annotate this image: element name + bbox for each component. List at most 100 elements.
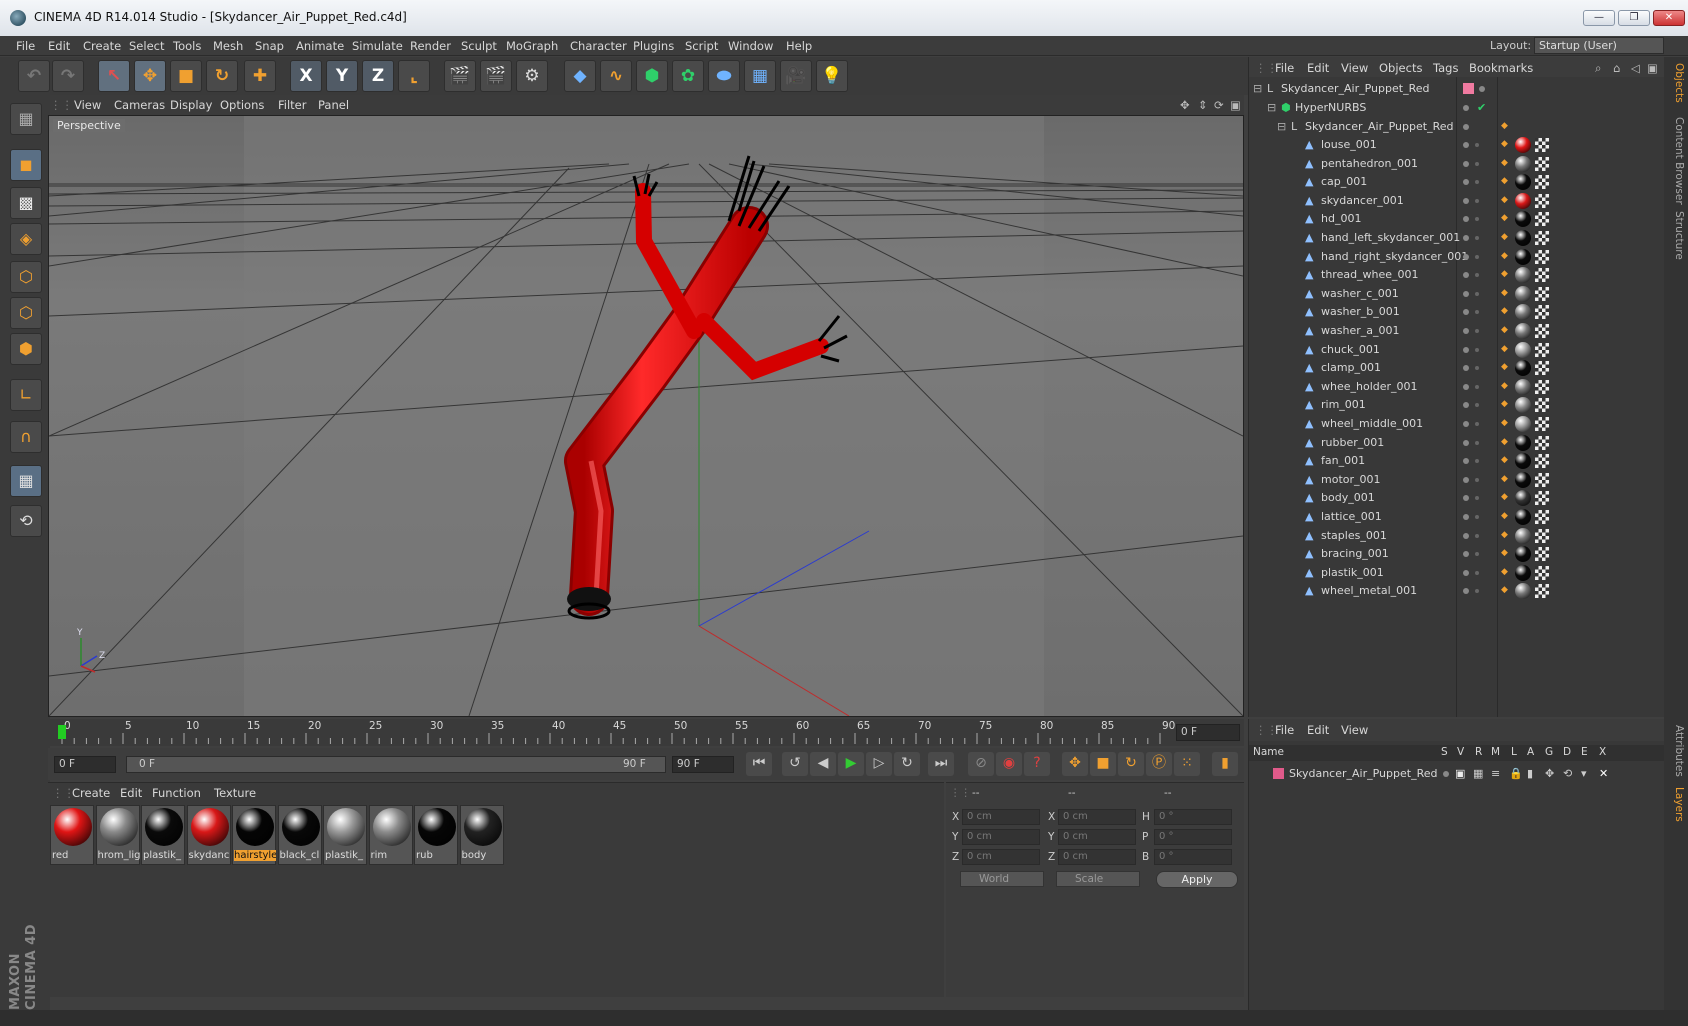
texture-tag-icon[interactable]	[1535, 454, 1549, 469]
record-active-objects-icon[interactable]: ⊘	[968, 752, 994, 776]
visibility-dot[interactable]	[1463, 253, 1469, 260]
next-frame-icon[interactable]: ▷	[866, 752, 892, 776]
texture-tag-icon[interactable]	[1535, 156, 1549, 171]
texture-tag-icon[interactable]	[1535, 342, 1549, 357]
edges-mode-icon[interactable]: ⬡	[10, 297, 42, 329]
material-swatch[interactable]: red	[50, 805, 94, 865]
material-swatch[interactable]: rim	[368, 805, 413, 865]
texture-tag-icon[interactable]	[1535, 379, 1549, 394]
render-visibility-dot[interactable]	[1475, 384, 1479, 389]
object-home-icon[interactable]: ⌂	[1613, 61, 1620, 75]
object-back-icon[interactable]: ◁	[1631, 61, 1640, 75]
pos-z-field[interactable]: 0 cm	[962, 849, 1040, 865]
layer-render-icon[interactable]: ▦	[1473, 767, 1483, 780]
visibility-dot[interactable]	[1463, 179, 1469, 186]
material-tag-icon[interactable]	[1515, 304, 1531, 321]
texture-tag-icon[interactable]	[1535, 565, 1549, 580]
menu-mesh[interactable]: Mesh	[213, 39, 243, 53]
render-visibility-dot[interactable]	[1475, 217, 1479, 222]
object-row[interactable]: ▲ plastik_001 ◆	[1249, 563, 1665, 583]
phong-tag-icon[interactable]: ◆	[1501, 251, 1509, 261]
points-mode-icon[interactable]: ⬡	[10, 261, 42, 293]
visibility-dot[interactable]	[1463, 439, 1469, 446]
scale-tool-icon[interactable]: ■	[170, 60, 202, 92]
object-menu-tags[interactable]: Tags	[1433, 61, 1458, 75]
material-swatch[interactable]: rub	[414, 805, 458, 865]
object-row[interactable]: ▲ louse_001 ◆	[1249, 135, 1665, 155]
material-tag-icon[interactable]	[1515, 527, 1531, 544]
viewport-menu-filter[interactable]: Filter	[278, 98, 306, 112]
object-row[interactable]: ▲ rubber_001 ◆	[1249, 433, 1665, 453]
subdivision-surface-icon[interactable]: ⬢	[636, 60, 668, 92]
render-visibility-dot[interactable]	[1475, 440, 1479, 445]
viewport-menu-panel[interactable]: Panel	[318, 98, 349, 112]
viewport-menu-options[interactable]: Options	[220, 98, 264, 112]
render-visibility-dot[interactable]	[1475, 180, 1479, 185]
visibility-dot[interactable]	[1463, 421, 1469, 427]
menu-script[interactable]: Script	[685, 39, 718, 53]
texture-tag-icon[interactable]	[1535, 472, 1549, 487]
camera-icon[interactable]: 🎥	[780, 60, 812, 92]
render-visibility-dot[interactable]	[1475, 291, 1479, 296]
visibility-dot[interactable]	[1463, 160, 1469, 167]
menu-animate[interactable]: Animate	[296, 39, 344, 53]
phong-tag-icon[interactable]: ◆	[1501, 530, 1509, 540]
visibility-dot[interactable]	[1463, 476, 1469, 483]
rot-b-field[interactable]: 0 °	[1154, 849, 1232, 865]
side-tab-structure[interactable]: Structure	[1667, 211, 1685, 260]
object-row[interactable]: ▲ staples_001 ◆	[1249, 526, 1665, 546]
rot-p-field[interactable]: 0 °	[1154, 829, 1232, 845]
close-button[interactable]: ✕	[1653, 10, 1685, 26]
phong-tag-icon[interactable]: ◆	[1501, 511, 1509, 521]
object-row-group[interactable]: ⊟ L Skydancer_Air_Puppet_Red ◆	[1249, 117, 1665, 137]
texture-tag-icon[interactable]	[1535, 249, 1549, 264]
visibility-dot[interactable]	[1463, 197, 1469, 204]
phong-tag-icon[interactable]: ◆	[1501, 381, 1509, 391]
phong-tag-icon[interactable]: ◆	[1501, 325, 1509, 335]
menu-mograph[interactable]: MoGraph	[506, 39, 558, 53]
visibility-dot[interactable]	[1463, 216, 1469, 223]
previous-frame-icon[interactable]: ◀	[810, 752, 836, 776]
menu-edit[interactable]: Edit	[48, 39, 70, 53]
record-point-level-icon[interactable]: ⁙	[1174, 752, 1200, 776]
visibility-dot[interactable]	[1463, 235, 1469, 241]
material-swatch[interactable]: plastik_	[323, 805, 367, 865]
layer-generator-icon[interactable]: ✥	[1545, 767, 1554, 780]
texture-tag-icon[interactable]	[1535, 361, 1549, 376]
layer-row[interactable]: Skydancer_Air_Puppet_Red ▣ ▦ ≡ 🔒 ▮ ✥ ⟲ ▾…	[1249, 764, 1665, 784]
deformer-icon[interactable]: ⬬	[708, 60, 740, 92]
menu-help[interactable]: Help	[786, 39, 812, 53]
material-tag-icon[interactable]	[1515, 137, 1531, 153]
play-forward-icon[interactable]: ▶	[838, 752, 864, 776]
phong-tag-icon[interactable]: ◆	[1501, 139, 1509, 149]
render-visibility-dot[interactable]	[1475, 143, 1479, 147]
cube-primitive-icon[interactable]: ◆	[564, 60, 596, 92]
render-visibility-dot[interactable]	[1475, 515, 1479, 519]
material-tag-icon[interactable]	[1515, 397, 1531, 414]
size-x-field[interactable]: 0 cm	[1058, 809, 1136, 825]
collapse-icon[interactable]: ⊟	[1277, 120, 1286, 133]
phong-tag-icon[interactable]: ◆	[1501, 269, 1509, 279]
menu-render[interactable]: Render	[410, 39, 451, 53]
layer-manager-icon[interactable]: ≡	[1491, 767, 1500, 780]
phong-tag-icon[interactable]: ◆	[1501, 455, 1509, 465]
phong-tag-icon[interactable]: ◆	[1501, 362, 1509, 372]
visibility-dot[interactable]	[1463, 514, 1469, 520]
material-tag-icon[interactable]	[1515, 378, 1531, 395]
layer-menu-view[interactable]: View	[1341, 723, 1368, 737]
render-visibility-dot[interactable]	[1475, 236, 1479, 240]
object-row[interactable]: ▲ wheel_middle_001 ◆	[1249, 414, 1665, 434]
texture-tag-icon[interactable]	[1535, 138, 1549, 152]
x-axis-lock-button[interactable]: X	[290, 60, 322, 92]
texture-tag-icon[interactable]	[1535, 510, 1549, 524]
render-visibility-dot[interactable]	[1475, 329, 1479, 333]
material-tag-icon[interactable]	[1515, 471, 1531, 488]
redo-icon[interactable]: ↷	[52, 60, 84, 92]
phong-tag-icon[interactable]: ◆	[1501, 567, 1509, 577]
viewport-zoom-icon[interactable]: ⇕	[1198, 98, 1208, 112]
material-tag-icon[interactable]	[1515, 434, 1531, 451]
object-row[interactable]: ▲ rim_001 ◆	[1249, 395, 1665, 415]
render-visibility-dot[interactable]	[1475, 533, 1479, 538]
material-tag-icon[interactable]	[1515, 323, 1531, 339]
material-swatch[interactable]: hairstyle	[232, 805, 276, 865]
